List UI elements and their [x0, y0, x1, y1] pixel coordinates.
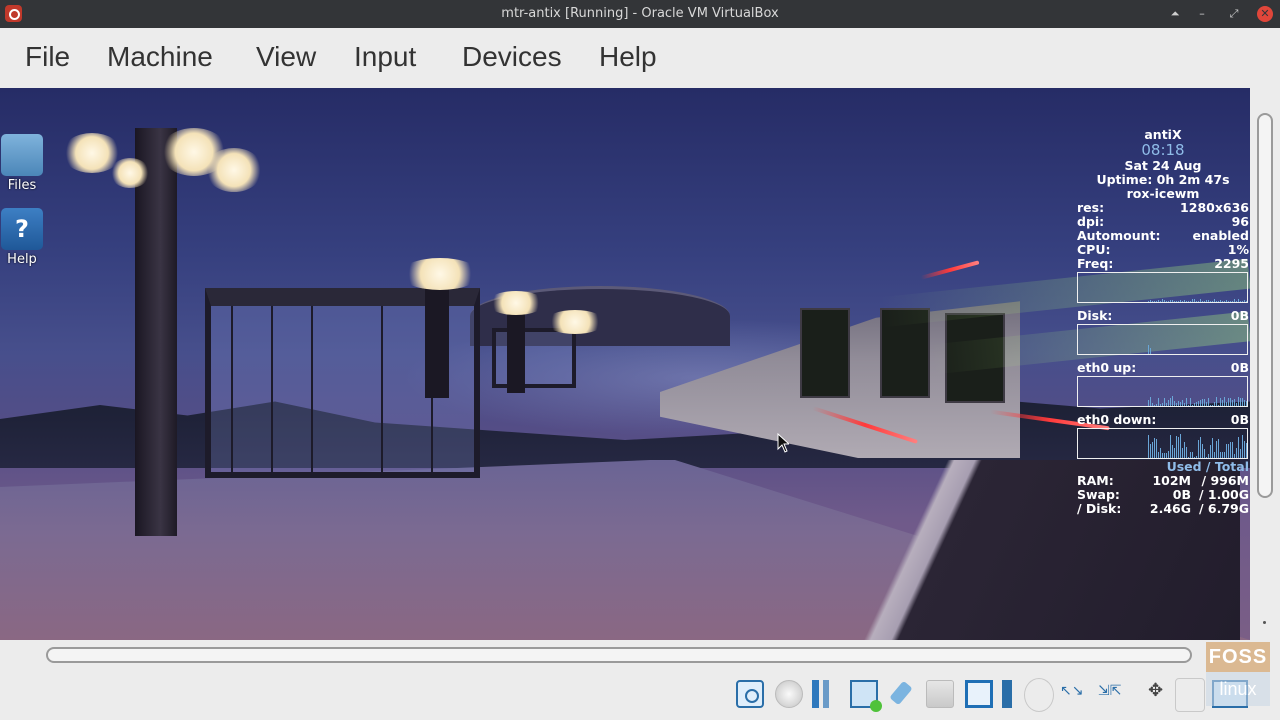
- conky-clock: 08:18: [1141, 141, 1185, 159]
- menu-bar: File Machine View Input Devices Help: [0, 28, 1280, 88]
- status-bar: [0, 670, 1280, 720]
- desktop-icon-files[interactable]: Files: [0, 134, 44, 193]
- recording-icon[interactable]: [1002, 680, 1012, 708]
- cpu-icon[interactable]: [1024, 678, 1054, 712]
- conky-disk-row: Disk: 0B: [1077, 308, 1249, 323]
- conky-stat-row: dpi: 96: [1077, 214, 1249, 229]
- conky-eth-up-row: eth0 up: 0B: [1077, 360, 1249, 375]
- shade-icon[interactable]: ⏶: [1167, 6, 1183, 22]
- move-icon[interactable]: [1140, 678, 1170, 712]
- desktop-icon-label: Files: [7, 178, 37, 193]
- vertical-scrollbar[interactable]: [1250, 88, 1280, 640]
- memory-header: Used / Total: [1166, 459, 1249, 474]
- shared-folders-icon[interactable]: [926, 680, 954, 708]
- menu-input[interactable]: Input: [354, 41, 416, 73]
- horizontal-scrollbar[interactable]: [0, 640, 1250, 670]
- eth0-down-graph: [1077, 428, 1248, 459]
- window-titlebar: mtr-antix [Running] - Oracle VM VirtualB…: [0, 0, 1280, 28]
- conky-stat-row: Automount: enabled: [1077, 228, 1249, 243]
- cpu-graph: [1077, 272, 1248, 303]
- display-icon[interactable]: [965, 680, 993, 708]
- folder-home-icon: [1, 134, 43, 176]
- audio-icon[interactable]: [812, 680, 840, 708]
- watermark-logo: FOSS linux: [1206, 642, 1270, 716]
- usb-icon[interactable]: [889, 680, 917, 708]
- conky-date: Sat 24 Aug: [1124, 158, 1202, 173]
- watermark-linux: linux: [1206, 672, 1270, 706]
- conky-stat-row: Freq: 2295: [1077, 256, 1249, 271]
- conky-hostname: antiX: [1144, 127, 1182, 142]
- optical-drive-icon[interactable]: [775, 680, 803, 708]
- close-icon[interactable]: ✕: [1257, 6, 1273, 22]
- scroll-dot: [1263, 621, 1266, 624]
- minimize-icon[interactable]: –: [1194, 6, 1210, 22]
- conky-stat-row: res: 1280x636: [1077, 200, 1249, 215]
- desktop-icon-help[interactable]: ? Help: [0, 208, 44, 267]
- conky-eth-down-row: eth0 down: 0B: [1077, 412, 1249, 427]
- conky-stat-row: CPU: 1%: [1077, 242, 1249, 257]
- memory-row: Swap: 0B/ 1.00G: [1077, 487, 1249, 502]
- memory-row: / Disk: 2.46G/ 6.79G: [1077, 501, 1249, 516]
- watermark-foss: FOSS: [1206, 642, 1270, 672]
- memory-row: RAM: 102M/ 996M: [1077, 473, 1249, 488]
- menu-machine[interactable]: Machine: [107, 41, 213, 73]
- scale-icon[interactable]: [1096, 678, 1126, 712]
- horizontal-scrollbar-thumb[interactable]: [46, 647, 1192, 663]
- window-title: mtr-antix [Running] - Oracle VM VirtualB…: [501, 6, 779, 21]
- mouse-integration-icon[interactable]: [1060, 678, 1090, 712]
- menu-devices[interactable]: Devices: [462, 41, 562, 73]
- conky-monitor: antiX 08:18 Sat 24 Aug Uptime: 0h 2m 47s…: [1077, 128, 1249, 516]
- host-key-icon[interactable]: [1175, 678, 1205, 712]
- conky-uptime: Uptime: 0h 2m 47s: [1096, 172, 1230, 187]
- maximize-icon[interactable]: ⤢: [1226, 6, 1242, 22]
- disk-graph: [1077, 324, 1248, 355]
- network-icon[interactable]: [850, 680, 882, 712]
- hard-disk-icon[interactable]: [736, 680, 764, 708]
- menu-file[interactable]: File: [25, 41, 70, 73]
- conky-window-manager: rox-icewm: [1126, 186, 1200, 201]
- eth0-up-graph: [1077, 376, 1248, 407]
- menu-help[interactable]: Help: [599, 41, 657, 73]
- menu-view[interactable]: View: [256, 41, 316, 73]
- help-icon: ?: [1, 208, 43, 250]
- desktop-icon-label: Help: [7, 252, 37, 267]
- vertical-scrollbar-thumb[interactable]: [1257, 113, 1273, 498]
- mouse-pointer-icon: [777, 433, 789, 453]
- vm-display[interactable]: Files ? Help antiX 08:18 Sat 24 Aug Upti…: [0, 88, 1250, 640]
